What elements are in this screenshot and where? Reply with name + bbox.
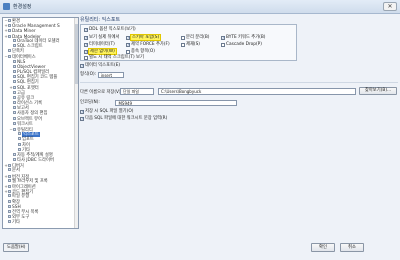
checkbox-worksheet[interactable]: 다음 SQL 파일에 대한 워크시트 문장 입력(R) bbox=[80, 116, 167, 122]
checkbox-option-0[interactable]: 보기 실제 뒤에서 bbox=[84, 35, 119, 41]
folder-icon bbox=[8, 49, 11, 53]
checkbox-export-data[interactable]: 데이터 익스포트(E) bbox=[80, 63, 120, 69]
folder-icon bbox=[13, 86, 16, 90]
tree-item[interactable]: 기타 bbox=[3, 220, 75, 225]
save-as-select[interactable]: 단일 파일 bbox=[120, 88, 154, 95]
checkbox-open-sql[interactable]: 저장 시 SQL 파일 열기(O) bbox=[80, 109, 133, 115]
folder-icon bbox=[8, 34, 11, 38]
format-select[interactable]: insert bbox=[97, 71, 124, 78]
folder-icon bbox=[18, 137, 21, 141]
checkbox-box[interactable] bbox=[84, 42, 88, 48]
checkbox-box[interactable] bbox=[80, 109, 84, 115]
checkbox-box[interactable] bbox=[126, 42, 130, 48]
preferences-tree: − 환경 + Oracle Management S + Data Miner + Data … bbox=[2, 17, 79, 229]
close-button[interactable]: ✕ bbox=[383, 2, 397, 11]
folder-icon bbox=[13, 152, 16, 156]
checkbox-box[interactable] bbox=[221, 43, 225, 47]
ok-button[interactable]: 확인 bbox=[311, 243, 335, 252]
folder-icon bbox=[8, 164, 11, 168]
cancel-button[interactable]: 취소 bbox=[340, 243, 364, 252]
folder-icon bbox=[13, 38, 16, 42]
folder-icon bbox=[8, 204, 11, 208]
folder-icon bbox=[13, 75, 16, 79]
tree-list: − 환경 + Oracle Management S + Data Miner + Data … bbox=[3, 18, 75, 228]
folder-icon bbox=[8, 55, 11, 59]
format-row: 형식(O): insert bbox=[80, 71, 124, 78]
folder-icon bbox=[13, 59, 16, 63]
preferences-window: 환경설정 ✕ − 환경 + Oracle Management S + Data Mine… bbox=[0, 0, 400, 260]
checkbox-option-2[interactable]: 분리 분리(B) bbox=[181, 35, 209, 41]
dialog-body: − 환경 + Oracle Management S + Data Miner + Data … bbox=[0, 14, 400, 260]
encoding-select[interactable]: MS949 bbox=[115, 99, 238, 106]
checkbox-box[interactable] bbox=[84, 49, 88, 55]
ddl-options-group: DDL 옵션 익스포트(보기) 보기 실제 뒤에서 스키마 포함(S) 분리 분… bbox=[80, 24, 297, 61]
folder-icon bbox=[8, 190, 11, 194]
scroll-thumb[interactable] bbox=[75, 24, 78, 84]
folder-icon bbox=[8, 199, 11, 203]
help-button[interactable]: 도움말(H) bbox=[3, 243, 30, 252]
folder-icon bbox=[13, 116, 16, 120]
checkbox-box[interactable] bbox=[84, 35, 88, 41]
checkbox-box[interactable] bbox=[80, 116, 84, 122]
folder-icon bbox=[8, 29, 11, 33]
tree-scrollbar[interactable] bbox=[74, 18, 78, 228]
folder-icon bbox=[13, 101, 16, 104]
browse-button[interactable]: 찾아보기(B)... bbox=[359, 87, 397, 95]
checkbox-box[interactable] bbox=[80, 63, 84, 69]
folder-icon bbox=[8, 185, 11, 188]
folder-icon bbox=[13, 158, 16, 162]
checkbox-option-10[interactable]: 별도 시 태억 스크립트(T) 보기 bbox=[84, 55, 144, 61]
folder-icon bbox=[18, 142, 21, 146]
checkbox-ddl-export[interactable]: DDL 옵션 익스포트(보기) bbox=[84, 27, 136, 33]
folder-icon bbox=[13, 80, 16, 84]
folder-icon bbox=[13, 43, 16, 47]
folder-icon bbox=[8, 19, 11, 22]
folder-icon bbox=[18, 147, 21, 151]
checkbox-box[interactable] bbox=[181, 43, 185, 47]
section-title: 유틸리티: 익스포트 bbox=[80, 17, 121, 23]
divider bbox=[80, 82, 398, 83]
folder-icon bbox=[18, 132, 21, 136]
checkbox-option-1[interactable]: 스키마 포함(S) bbox=[126, 34, 162, 41]
folder-icon bbox=[8, 24, 11, 28]
checkbox-box[interactable] bbox=[126, 35, 130, 41]
folder-icon bbox=[8, 209, 11, 213]
window-title: 환경설정 bbox=[13, 4, 32, 10]
folder-icon bbox=[8, 215, 11, 219]
titlebar: 환경설정 ✕ bbox=[0, 0, 400, 14]
checkbox-box[interactable] bbox=[181, 36, 185, 40]
checkbox-box[interactable] bbox=[84, 27, 88, 33]
folder-icon bbox=[13, 121, 16, 125]
checkbox-box[interactable] bbox=[221, 35, 225, 41]
checkbox-box[interactable] bbox=[126, 50, 130, 54]
folder-icon bbox=[13, 90, 16, 94]
checkbox-option-7[interactable]: Cascade Drop(P) bbox=[221, 42, 262, 48]
app-icon bbox=[3, 3, 10, 10]
checkbox-option-3[interactable]: BYTE 키워드 추가(B) bbox=[221, 35, 265, 41]
save-as-row: 다른 이름으로 저장(V) 단일 파일 C:\Users\Bongbyuck 찾… bbox=[80, 87, 400, 96]
checkbox-option-6[interactable]: 제재(S) bbox=[181, 42, 200, 48]
folder-icon bbox=[13, 64, 16, 68]
folder-icon bbox=[8, 194, 11, 198]
encoding-row: 인코딩(N): MS949 bbox=[80, 99, 238, 106]
checkbox-option-4[interactable]: 터미네이터(T) bbox=[84, 42, 115, 48]
folder-icon bbox=[13, 106, 16, 110]
folder-icon bbox=[8, 220, 11, 224]
folder-icon bbox=[13, 111, 16, 115]
folder-icon bbox=[13, 127, 16, 131]
folder-icon bbox=[13, 95, 16, 99]
folder-icon bbox=[8, 174, 11, 178]
format-label: 형식(O): bbox=[80, 72, 97, 77]
encoding-label: 인코딩(N): bbox=[80, 100, 100, 105]
tree-item-label: 기타 bbox=[12, 220, 20, 226]
checkbox-option-5[interactable]: 제약 FORCE 추가(F) bbox=[126, 42, 170, 48]
save-as-label: 다른 이름으로 저장(V) bbox=[80, 90, 121, 95]
path-input[interactable]: C:\Users\Bongbyuck bbox=[158, 88, 356, 95]
folder-icon bbox=[13, 69, 16, 73]
checkbox-box[interactable] bbox=[84, 56, 88, 60]
folder-icon bbox=[8, 178, 11, 182]
folder-icon bbox=[8, 168, 11, 172]
